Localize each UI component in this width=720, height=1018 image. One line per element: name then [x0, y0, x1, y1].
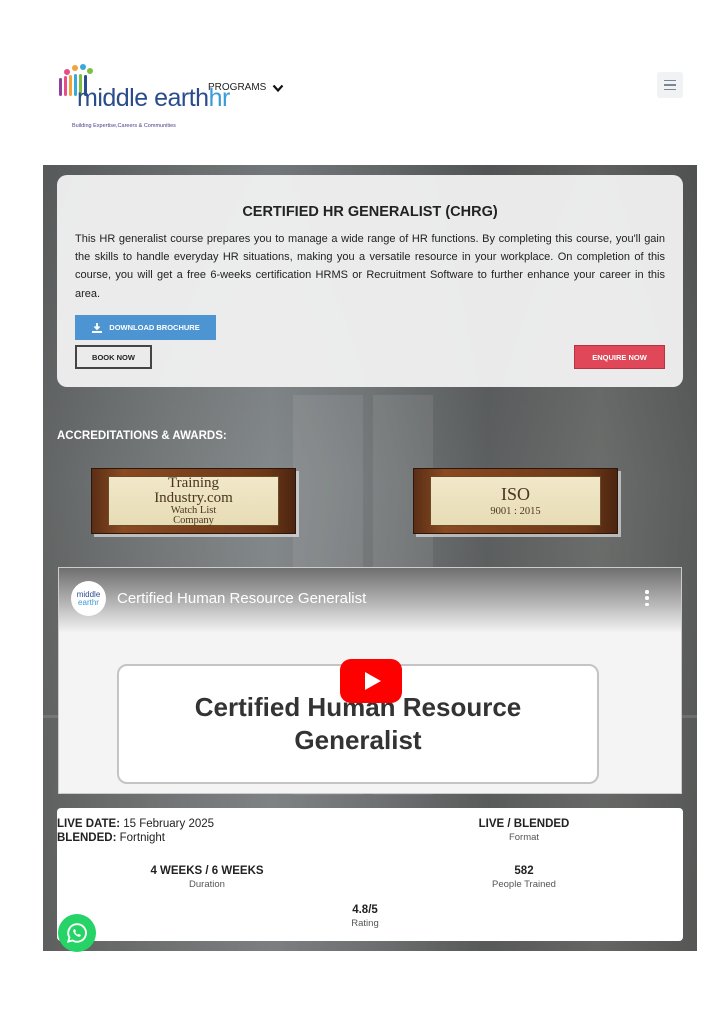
video-title[interactable]: Certified Human Resource Generalist	[117, 590, 366, 607]
people-trained-label: People Trained	[492, 879, 556, 890]
format-label: Format	[508, 832, 540, 843]
whatsapp-icon	[66, 923, 87, 943]
whatsapp-button[interactable]	[58, 914, 96, 952]
plaque-line: Company	[173, 515, 214, 526]
training-industry-plaque: Training Industry.com Watch List Company	[91, 468, 296, 534]
blended-value: Fortnight	[119, 832, 166, 844]
plaque-line: Training	[167, 474, 220, 491]
iso-plaque: ISO 9001 : 2015	[413, 468, 618, 534]
menu-icon[interactable]	[657, 72, 683, 98]
plaque-line: 9001 : 2015	[490, 505, 541, 517]
format-value: LIVE / BLENDED	[478, 818, 570, 830]
accreditations-heading: ACCREDITATIONS & AWARDS:	[57, 430, 227, 442]
play-icon	[364, 672, 381, 690]
course-info-panel: LIVE DATE: 15 February 2025 BLENDED: For…	[57, 808, 683, 941]
people-trained-value: 582	[514, 865, 534, 877]
duration-value: 4 WEEKS / 6 WEEKS	[150, 865, 264, 877]
course-title: CERTIFIED HR GENERALIST (CHRG)	[242, 204, 498, 220]
book-now-button[interactable]: BOOK NOW	[75, 345, 152, 369]
live-date-block: LIVE DATE: 15 February 2025 BLENDED: For…	[57, 817, 214, 845]
live-date-label: LIVE DATE:	[57, 818, 121, 830]
enquire-now-button[interactable]: ENQUIRE NOW	[574, 345, 665, 369]
course-card: CERTIFIED HR GENERALIST (CHRG) This HR g…	[57, 175, 683, 387]
logo-wordmark: middle earthhr	[77, 84, 230, 112]
slide-title-line2: Generalist	[294, 725, 422, 755]
blended-label: BLENDED:	[57, 832, 117, 844]
nav-programs-label: PROGRAMS	[208, 82, 267, 93]
youtube-video-embed[interactable]: Certified Human Resource Generalist midd…	[58, 567, 682, 794]
logo[interactable]: middle earthhr Building Expertise,Career…	[57, 62, 230, 137]
format-stat: LIVE / BLENDED Format	[424, 818, 624, 843]
download-icon	[92, 322, 103, 333]
rating-label: Rating	[351, 918, 379, 929]
nav-programs-menu[interactable]: PROGRAMS	[208, 82, 284, 93]
duration-stat: 4 WEEKS / 6 WEEKS Duration	[107, 865, 307, 890]
plaque-line: ISO	[500, 483, 530, 504]
channel-avatar[interactable]: middle earthr	[71, 581, 106, 616]
site-header: middle earthhr Building Expertise,Career…	[0, 0, 720, 165]
play-button[interactable]	[340, 659, 402, 703]
download-brochure-label: DOWNLOAD BROCHURE	[109, 323, 200, 332]
logo-tagline: Building Expertise,Careers & Communities	[72, 123, 176, 129]
download-brochure-button[interactable]: DOWNLOAD BROCHURE	[75, 315, 216, 340]
chevron-down-icon	[273, 84, 284, 92]
rating-value: 4.8/5	[352, 904, 378, 916]
rating-stat: 4.8/5 Rating	[265, 904, 465, 929]
course-description: This HR generalist course prepares you t…	[75, 233, 665, 300]
more-vert-icon[interactable]	[645, 590, 649, 606]
plaque-line: Industry.com	[154, 489, 233, 506]
duration-label: Duration	[189, 879, 225, 890]
live-date-value: 15 February 2025	[123, 818, 215, 830]
people-trained-stat: 582 People Trained	[424, 865, 624, 890]
